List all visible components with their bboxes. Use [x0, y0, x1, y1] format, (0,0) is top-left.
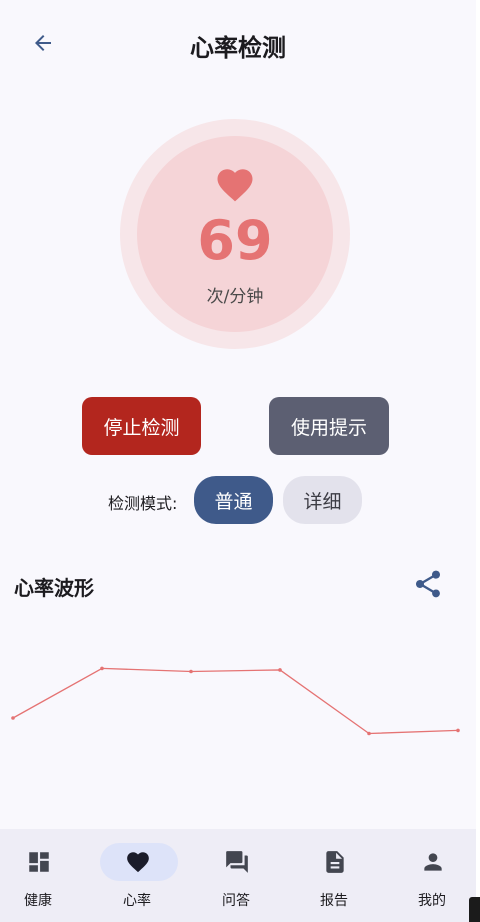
nav-label: 健康 — [24, 893, 52, 909]
heart-icon — [127, 852, 149, 873]
dashboard-icon — [29, 852, 49, 872]
bpm-unit: 次/分钟 — [206, 287, 264, 307]
heart-rate-waveform — [11, 666, 460, 736]
waveform-line — [12, 667, 459, 735]
waveform-point-3 — [278, 668, 282, 672]
nav-item-1[interactable]: 心率 — [92, 829, 182, 922]
nav-item-3[interactable]: 报告 — [289, 829, 379, 922]
stop-detection-button[interactable]: 停止检测 — [82, 397, 201, 455]
waveform-point-0 — [11, 716, 15, 720]
nav-item-4[interactable]: 我的 — [387, 829, 477, 922]
person-icon — [424, 853, 442, 871]
nav-label: 报告 — [320, 893, 348, 909]
bpm-value: 69 — [197, 209, 273, 272]
waveform-point-5 — [456, 728, 460, 733]
nav-label: 我的 — [418, 893, 446, 909]
mode-chip-detail[interactable]: 详细 — [283, 476, 362, 524]
nav-label: 心率 — [123, 893, 151, 909]
scrollbar-thumb[interactable] — [469, 897, 480, 922]
heart-rate-screen: 心率检测 69 次/分钟 停止检测 使用提示 检测模式: 普通 详细 心率波形 … — [0, 0, 476, 922]
chat-icon — [226, 851, 248, 873]
nav-item-2[interactable]: 问答 — [191, 829, 281, 922]
bottom-navigation: 健康 心率 问答 报告 我的 — [0, 829, 476, 922]
detection-mode-label: 检测模式: — [108, 494, 178, 513]
mode-chip-normal[interactable]: 普通 — [194, 476, 273, 524]
share-button[interactable] — [412, 568, 444, 600]
waveform-point-4 — [367, 731, 371, 736]
page-title: 心率检测 — [190, 34, 286, 62]
usage-tips-button[interactable]: 使用提示 — [269, 397, 389, 455]
heart-icon — [217, 169, 253, 202]
app-bar: 心率检测 — [0, 0, 476, 90]
screen-edge — [476, 0, 480, 922]
waveform-title: 心率波形 — [14, 576, 94, 600]
nav-item-0[interactable]: 健康 — [0, 829, 83, 922]
document-icon — [326, 851, 344, 873]
nav-label: 问答 — [222, 893, 250, 909]
waveform-point-2 — [189, 669, 193, 674]
share-icon — [416, 570, 440, 598]
waveform-point-1 — [100, 666, 104, 671]
